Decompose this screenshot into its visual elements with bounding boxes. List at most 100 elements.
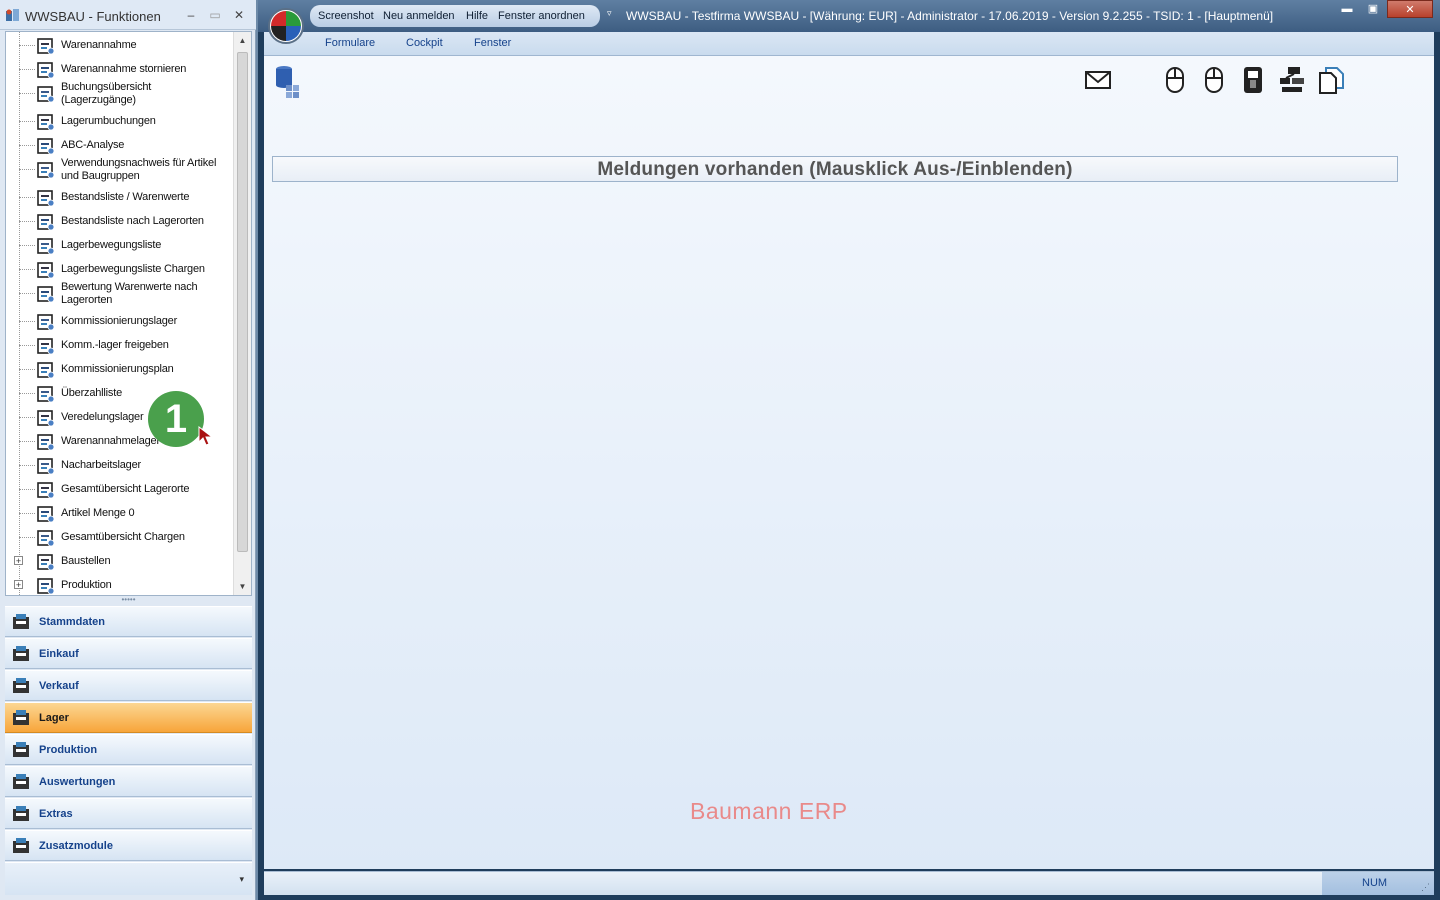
tree-connector (19, 441, 35, 442)
nav-button[interactable]: Auswertungen (5, 766, 252, 797)
tree-item-label: Lagerbewegungsliste (61, 239, 162, 251)
warning-box-icon (37, 506, 55, 523)
app-orb-button[interactable] (268, 8, 304, 44)
tree-item-label: Warenannahme (61, 39, 137, 51)
scroll-thumb[interactable] (237, 52, 248, 552)
qat-fenster-anordnen[interactable]: Fenster anordnen (498, 10, 585, 22)
main-minimize-button[interactable]: ▬ (1334, 0, 1360, 18)
tab-fenster[interactable]: Fenster (474, 37, 511, 49)
tree-item[interactable]: Warenannahme (6, 34, 234, 58)
nav-overflow-bar[interactable]: ▾ (5, 862, 252, 895)
functions-titlebar: WWSBAU - Funktionen – ▭ ✕ (0, 0, 256, 30)
tree-connector (19, 121, 35, 122)
tree-item-label: Produktion (61, 579, 112, 591)
database-icon[interactable] (274, 65, 304, 99)
nav-section-icon (13, 742, 29, 757)
nav-button[interactable]: Extras (5, 798, 252, 829)
brand-text: Baumann ERP (690, 798, 848, 824)
main-window: Screenshot Neu anmelden Hilfe Fenster an… (258, 0, 1440, 900)
scroll-down-arrow[interactable]: ▼ (234, 582, 251, 591)
message-bar-text: Meldungen vorhanden (Mausklick Aus-/Einb… (597, 159, 1073, 180)
qat-dropdown-icon[interactable]: ▿ (607, 8, 612, 19)
nav-button[interactable]: Verkauf (5, 670, 252, 701)
network-tree-icon[interactable] (1278, 66, 1306, 94)
expand-toggle-icon[interactable]: + (14, 556, 23, 566)
tab-cockpit[interactable]: Cockpit (406, 37, 443, 49)
nav-button[interactable]: Stammdaten (5, 606, 252, 637)
tree-connector (19, 197, 35, 198)
qat-screenshot[interactable]: Screenshot (318, 10, 374, 22)
main-content-area: Meldungen vorhanden (Mausklick Aus-/Einb… (264, 56, 1434, 869)
tree-item[interactable]: + Produktion (6, 574, 234, 595)
nav-button-label: Extras (39, 808, 73, 820)
usb-key-icon[interactable] (1239, 66, 1267, 94)
tree-item[interactable]: Lagerumbuchungen (6, 110, 234, 134)
tree-item[interactable]: Bewertung Warenwerte nach Lagerorten (6, 281, 234, 306)
tree-connector (19, 145, 35, 146)
app-icon (6, 9, 19, 21)
tree-item[interactable]: Warenannahme stornieren (6, 58, 234, 82)
mail-icon[interactable] (1084, 66, 1112, 94)
tree-item-label: Baustellen (61, 555, 111, 567)
status-num-panel: NUM (1322, 872, 1434, 895)
maximize-button[interactable]: ▭ (206, 6, 224, 24)
main-titlebar: Screenshot Neu anmelden Hilfe Fenster an… (258, 0, 1440, 44)
message-bar[interactable]: Meldungen vorhanden (Mausklick Aus-/Einb… (272, 156, 1398, 182)
nav-button-label: Lager (39, 712, 69, 724)
tree-item[interactable]: Nacharbeitslager (6, 454, 234, 478)
minimize-button[interactable]: – (182, 6, 200, 24)
expand-toggle-icon[interactable]: + (14, 580, 23, 590)
nav-button[interactable]: Produktion (5, 734, 252, 765)
nav-button[interactable]: Einkauf (5, 638, 252, 669)
main-maximize-button[interactable]: ▣ (1360, 0, 1386, 18)
tree-item[interactable]: + Baustellen (6, 550, 234, 574)
pane-splitter[interactable]: ••••• (5, 596, 252, 605)
tree-item[interactable]: Bestandsliste / Warenwerte (6, 186, 234, 210)
mouse-left-icon[interactable] (1161, 66, 1189, 94)
close-button[interactable]: ✕ (230, 6, 248, 24)
mouse-right-icon[interactable] (1200, 66, 1228, 94)
tree-item[interactable]: Gesamtübersicht Lagerorte (6, 478, 234, 502)
chevron-down-icon[interactable]: ▾ (239, 874, 244, 885)
scroll-up-arrow[interactable]: ▲ (234, 36, 251, 45)
tree-item[interactable]: ABC-Analyse (6, 134, 234, 158)
main-close-button[interactable]: ✕ (1387, 0, 1433, 18)
tree-item-label: Gesamtübersicht Chargen (61, 531, 185, 543)
baustellen-icon (37, 554, 55, 571)
nav-button[interactable]: Zusatzmodule (5, 830, 252, 861)
tree-item[interactable]: Komm.-lager freigeben (6, 334, 234, 358)
qat-neu-anmelden[interactable]: Neu anmelden (383, 10, 455, 22)
tree-connector (19, 489, 35, 490)
tree-item[interactable]: Kommissionierungsplan (6, 358, 234, 382)
tree-item[interactable]: Kommissionierungslager (6, 310, 234, 334)
tree-item-label: Bewertung Warenwerte nach Lagerorten (61, 281, 198, 306)
tree-item[interactable]: Überzahlliste (6, 382, 234, 406)
chargen-icon (37, 262, 55, 279)
tree-connector (19, 93, 35, 94)
tree-connector (19, 45, 35, 46)
tab-formulare[interactable]: Formulare (325, 37, 375, 49)
tree-item[interactable]: Lagerbewegungsliste Chargen (6, 258, 234, 282)
tree-item[interactable]: Lagerbewegungsliste (6, 234, 234, 258)
copy-document-icon[interactable] (1317, 66, 1345, 94)
qat-hilfe[interactable]: Hilfe (466, 10, 488, 22)
tree-scrollbar[interactable]: ▲ ▼ (233, 32, 251, 595)
status-bar: NUM ⋰ (264, 871, 1434, 895)
bestand-icon (37, 190, 55, 207)
tree-item-label: Gesamtübersicht Lagerorte (61, 483, 190, 495)
tree-connector (19, 169, 35, 170)
quick-access-toolbar: Screenshot Neu anmelden Hilfe Fenster an… (310, 5, 600, 27)
tree-item[interactable]: Buchungsübersicht (Lagerzugänge) (6, 81, 234, 106)
nav-button[interactable]: Lager (5, 702, 252, 733)
tree-item-label: ABC-Analyse (61, 139, 125, 151)
tree-item[interactable]: Verwendungsnachweis für Artikel und Baug… (6, 157, 234, 182)
annahmelager-icon (37, 434, 55, 451)
tree-item[interactable]: Bestandsliste nach Lagerorten (6, 210, 234, 234)
tree-item[interactable]: Gesamtübersicht Chargen (6, 526, 234, 550)
tree-connector (19, 513, 35, 514)
ribbon-tabs: Formulare Cockpit Fenster (264, 32, 1434, 56)
tree-connector (19, 69, 35, 70)
resize-grip-icon[interactable]: ⋰ (1421, 882, 1430, 893)
buchung-icon (37, 86, 55, 103)
tree-item[interactable]: Artikel Menge 0 (6, 502, 234, 526)
